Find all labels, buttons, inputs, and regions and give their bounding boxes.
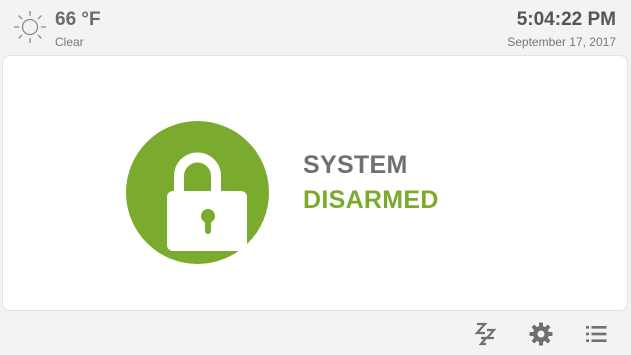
temperature: 66 °F: [55, 9, 101, 30]
bottom-toolbar: [0, 312, 631, 355]
status-title: SYSTEM: [303, 151, 408, 179]
status-state: DISARMED: [303, 186, 439, 214]
clock-date: September 17, 2017: [507, 35, 616, 49]
sleep-icon: [474, 322, 497, 346]
list-icon: [586, 326, 607, 342]
gear-icon: [529, 322, 553, 346]
status-bar: 66 °F Clear 5:04:22 PM September 17, 201…: [0, 0, 631, 54]
sun-icon: [13, 10, 47, 44]
settings-button[interactable]: [526, 320, 556, 348]
clock-time: 5:04:22 PM: [516, 9, 616, 30]
alarm-status-panel[interactable]: SYSTEM DISARMED: [2, 55, 628, 311]
menu-button[interactable]: [581, 320, 611, 348]
weather-condition: Clear: [55, 35, 84, 49]
lock-icon: [167, 152, 247, 251]
sleep-button[interactable]: [472, 320, 502, 348]
alarm-status-button[interactable]: [126, 121, 269, 264]
